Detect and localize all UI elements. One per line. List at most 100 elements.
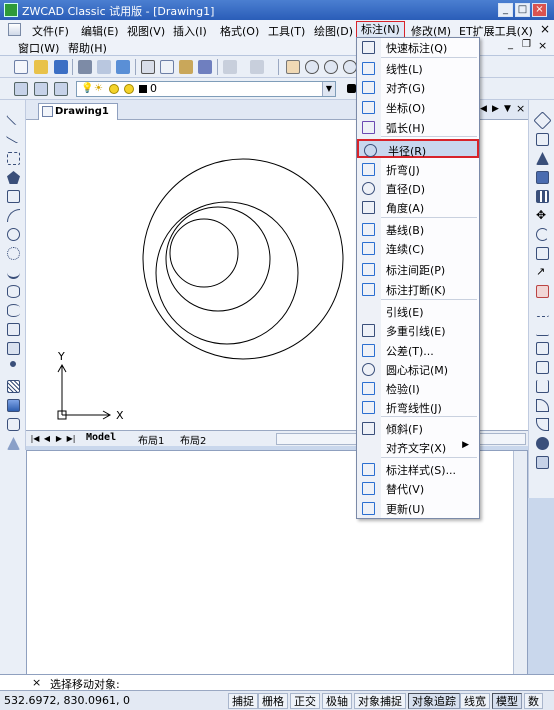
menu-file[interactable]: 文件(F) bbox=[32, 23, 69, 39]
color-swatch-icon[interactable] bbox=[347, 84, 356, 93]
chamfer-tool-icon[interactable] bbox=[536, 399, 549, 412]
offset-tool-icon[interactable] bbox=[536, 171, 549, 184]
dimension-menu-item[interactable]: 连续(C) bbox=[357, 239, 479, 258]
match-properties-icon[interactable] bbox=[198, 60, 212, 74]
rectangle-tool-icon[interactable] bbox=[7, 190, 20, 203]
layer-manager-icon[interactable] bbox=[14, 82, 28, 96]
command-line[interactable]: × 选择移动对象: bbox=[0, 674, 554, 691]
lineweight-toggle[interactable]: 线宽 bbox=[460, 693, 490, 709]
menu-close-icon[interactable]: × bbox=[540, 22, 550, 36]
tab-list-icon[interactable]: ▼ bbox=[504, 104, 511, 114]
dimension-menu-item[interactable]: 公差(T)... bbox=[357, 341, 479, 360]
publish-icon[interactable] bbox=[116, 60, 130, 74]
menu-dimension[interactable]: 标注(N) bbox=[356, 21, 405, 38]
break-tool-icon[interactable] bbox=[536, 361, 549, 374]
copy-icon[interactable] bbox=[160, 60, 174, 74]
dimension-menu-item[interactable]: 折弯(J) bbox=[357, 160, 479, 179]
print-icon[interactable] bbox=[78, 60, 92, 74]
open-icon[interactable] bbox=[34, 60, 48, 74]
dimension-menu-item[interactable]: 检验(I) bbox=[357, 379, 479, 398]
pan-icon[interactable] bbox=[286, 60, 300, 74]
chevron-down-icon[interactable]: ▼ bbox=[322, 82, 335, 96]
doc-restore-icon[interactable]: ❐ bbox=[522, 39, 531, 50]
extend-tool-icon[interactable] bbox=[536, 323, 549, 336]
dimension-menu-item[interactable]: 标注间距(P) bbox=[357, 260, 479, 279]
tab-close-icon[interactable]: × bbox=[516, 102, 525, 115]
zoom-realtime-icon[interactable] bbox=[305, 60, 319, 74]
close-button[interactable]: × bbox=[532, 3, 547, 17]
small-circle[interactable] bbox=[169, 218, 239, 288]
ray-tool-icon[interactable] bbox=[5, 130, 22, 144]
make-block-icon[interactable] bbox=[7, 342, 20, 355]
spline-tool-icon[interactable] bbox=[7, 266, 20, 279]
stretch-tool-icon[interactable]: ↗ bbox=[536, 266, 549, 279]
paste-icon[interactable] bbox=[179, 60, 193, 74]
dimension-menu-item[interactable]: 弧长(H) bbox=[357, 118, 479, 137]
polyline-tool-icon[interactable] bbox=[7, 152, 20, 165]
model-toggle[interactable]: 模型 bbox=[492, 693, 522, 709]
region-tool-icon[interactable] bbox=[7, 418, 20, 431]
tab-layout2[interactable]: 布局2 bbox=[180, 432, 206, 447]
maximize-button[interactable]: □ bbox=[515, 3, 530, 17]
layer-dropdown[interactable]: 💡 ☀ 0 ▼ bbox=[76, 81, 336, 97]
dimension-menu-item[interactable]: 标注样式(S)... bbox=[357, 460, 479, 479]
line-tool-icon[interactable] bbox=[6, 110, 21, 126]
hatch-tool-icon[interactable] bbox=[7, 380, 20, 393]
dimension-menu-item[interactable]: 直径(D) bbox=[357, 179, 479, 198]
last-layout-icon[interactable]: ▶| bbox=[66, 433, 76, 444]
prev-layout-icon[interactable]: ◀ bbox=[42, 433, 52, 444]
dimension-menu-item[interactable]: 角度(A) bbox=[357, 198, 479, 217]
minimize-button[interactable]: _ bbox=[498, 3, 513, 17]
dimension-menu-item[interactable]: 标注打断(K) bbox=[357, 280, 479, 299]
tab-model[interactable]: Model bbox=[86, 432, 116, 443]
join-tool-icon[interactable] bbox=[536, 380, 549, 393]
copy-tool-icon[interactable] bbox=[536, 133, 549, 146]
preview-icon[interactable] bbox=[97, 60, 111, 74]
dimension-menu-item[interactable]: 倾斜(F) bbox=[357, 419, 479, 438]
large-circle[interactable] bbox=[142, 158, 344, 360]
erase-tool-icon[interactable] bbox=[533, 111, 552, 130]
doc-minimize-icon[interactable]: _ bbox=[508, 39, 513, 50]
menu-draw[interactable]: 绘图(D) bbox=[314, 23, 353, 39]
middle-circle[interactable] bbox=[155, 201, 299, 345]
array-tool-icon[interactable] bbox=[536, 190, 549, 203]
dimension-menu-item[interactable]: 快速标注(Q) bbox=[357, 38, 479, 57]
wipeout-tool-icon[interactable] bbox=[7, 437, 20, 450]
dimension-menu-item[interactable]: 半径(R) bbox=[357, 139, 479, 158]
inner-circle[interactable] bbox=[165, 206, 271, 312]
dimension-menu-item[interactable]: 替代(V) bbox=[357, 479, 479, 498]
grid-toggle[interactable]: 栅格 bbox=[258, 693, 288, 709]
arc-tool-icon[interactable] bbox=[7, 209, 20, 222]
snap-toggle[interactable]: 捕捉 bbox=[228, 693, 258, 709]
cut-icon[interactable] bbox=[141, 60, 155, 74]
save-icon[interactable] bbox=[54, 60, 68, 74]
layer-previous-icon[interactable] bbox=[54, 82, 68, 96]
dimension-menu-item[interactable]: 对齐(G) bbox=[357, 78, 479, 97]
scale-tool-icon[interactable] bbox=[536, 247, 549, 260]
point-tool-icon[interactable] bbox=[10, 361, 16, 367]
dimension-menu-item[interactable]: 引线(E) bbox=[357, 302, 479, 321]
circle-tool-icon[interactable] bbox=[7, 228, 20, 241]
dimension-menu-item[interactable]: 对齐文字(X) ▶ bbox=[357, 438, 479, 457]
ortho-toggle[interactable]: 正交 bbox=[290, 693, 320, 709]
fillet-tool-icon[interactable] bbox=[536, 418, 549, 431]
trim-tool-icon[interactable] bbox=[536, 304, 549, 317]
osnap-toggle[interactable]: 对象捕捉 bbox=[354, 693, 406, 709]
dimension-menu-item[interactable]: 线性(L) bbox=[357, 59, 479, 78]
dimension-menu-item[interactable]: 更新(U) bbox=[357, 499, 479, 518]
new-icon[interactable] bbox=[14, 60, 28, 74]
undo-icon[interactable] bbox=[223, 60, 237, 74]
menu-tools[interactable]: 工具(T) bbox=[268, 23, 305, 39]
ellipse-tool-icon[interactable] bbox=[7, 285, 20, 298]
polar-toggle[interactable]: 极轴 bbox=[322, 693, 352, 709]
revcloud-tool-icon[interactable] bbox=[7, 247, 20, 260]
layer-current-icon[interactable] bbox=[34, 82, 48, 96]
mirror-tool-icon[interactable] bbox=[536, 152, 549, 165]
menu-window[interactable]: 窗口(W) bbox=[18, 40, 59, 56]
command-close-icon[interactable]: × bbox=[32, 676, 41, 689]
menu-help[interactable]: 帮助(H) bbox=[68, 40, 107, 56]
ellipse-arc-tool-icon[interactable] bbox=[7, 304, 20, 317]
dimension-menu-item[interactable]: 坐标(O) bbox=[357, 98, 479, 117]
tab-layout1[interactable]: 布局1 bbox=[138, 432, 164, 447]
menu-insert[interactable]: 插入(I) bbox=[173, 23, 207, 39]
